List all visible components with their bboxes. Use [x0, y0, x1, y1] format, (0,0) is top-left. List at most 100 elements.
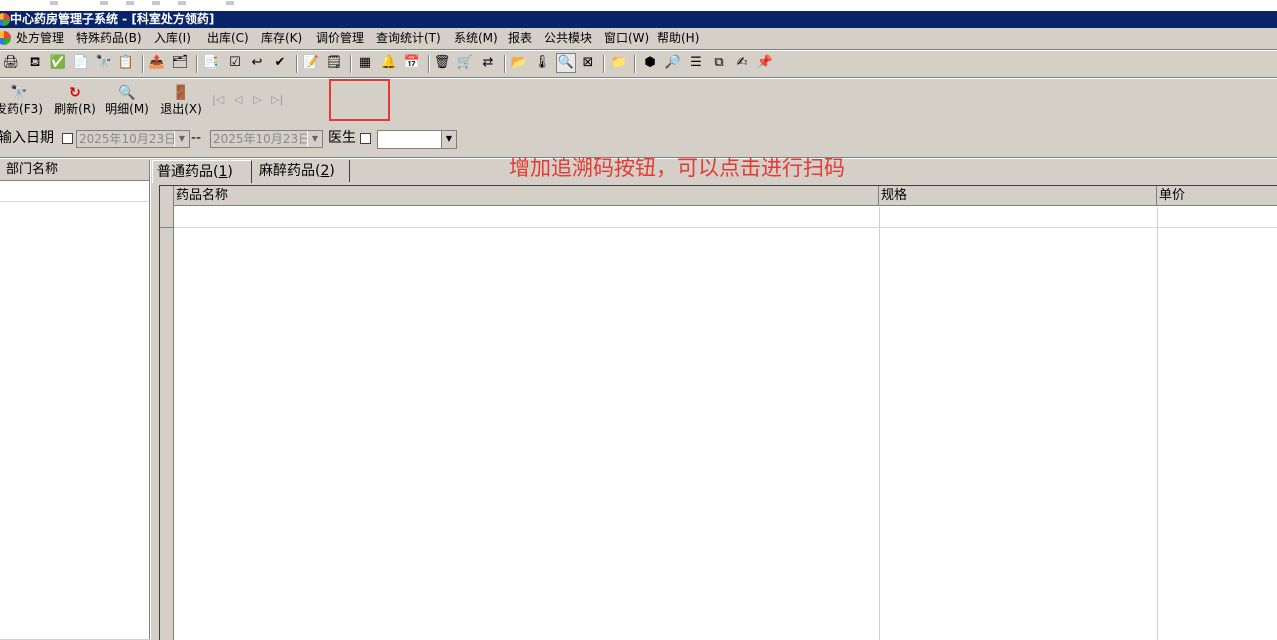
date-separator: --: [191, 130, 202, 146]
department-header: 部门名称: [0, 160, 149, 181]
edit-form-icon[interactable]: 📝: [303, 55, 319, 71]
tab-normal-label: 普通药品: [157, 164, 213, 180]
list-doc-icon[interactable]: 📑: [203, 55, 219, 71]
folder-icon[interactable]: 📂: [511, 55, 527, 71]
date-checkbox[interactable]: [62, 133, 73, 144]
menu-stock-in[interactable]: 入库(I): [153, 28, 192, 48]
toolbar-separator: [504, 55, 506, 73]
menu-help[interactable]: 帮助(H): [656, 28, 700, 48]
refresh-button[interactable]: ↻ 刷新(R): [52, 84, 98, 118]
verify-icon[interactable]: ✔: [272, 55, 288, 71]
toolbar-separator: [296, 55, 298, 73]
paste-icon[interactable]: 📌: [757, 55, 773, 71]
menu-prescription[interactable]: 处方管理: [15, 28, 65, 48]
sign-icon[interactable]: ✍: [734, 55, 750, 71]
binoculars-icon[interactable]: 🔭: [96, 55, 112, 71]
menu-query-stats[interactable]: 查询统计(T): [375, 28, 442, 48]
date-from-value: 2025年10月23日: [79, 132, 177, 146]
date-from-picker[interactable]: 2025年10月23日 ▼: [76, 130, 190, 148]
current-row-indicator: [160, 207, 173, 228]
form-icon[interactable]: 🗒: [326, 55, 343, 71]
menu-system[interactable]: 系统(M): [453, 28, 499, 48]
table-row[interactable]: [174, 227, 1277, 228]
open-folder-icon[interactable]: 📁: [611, 55, 627, 71]
trash-icon[interactable]: 🗑: [434, 55, 451, 71]
prescription-icon[interactable]: 🖨: [3, 55, 20, 71]
toolbar-separator: [428, 55, 430, 73]
first-record-icon[interactable]: |◁: [212, 93, 224, 106]
date-to-value: 2025年10月23日: [213, 132, 311, 146]
system-menu-icon[interactable]: [0, 31, 11, 45]
panel-splitter[interactable]: [150, 160, 159, 639]
card-icon[interactable]: 🗂: [172, 55, 189, 71]
department-panel: 部门名称: [0, 160, 150, 639]
toolbar-separator-line: [0, 77, 1277, 79]
doctor-select[interactable]: ▼: [377, 130, 457, 149]
menu-reports[interactable]: 报表: [507, 28, 533, 48]
menu-stock-out[interactable]: 出库(C): [206, 28, 250, 48]
column-header-price[interactable]: 单价: [1157, 186, 1277, 206]
check-doc-icon[interactable]: 📋: [118, 55, 134, 71]
row-indicator: [160, 186, 174, 640]
menu-inventory[interactable]: 库存(K): [260, 28, 303, 48]
date-to-picker[interactable]: 2025年10月23日 ▼: [210, 130, 323, 148]
exit-door-icon: 🚪: [172, 85, 190, 101]
bottle-icon[interactable]: ⛾: [27, 55, 43, 71]
chevron-down-icon[interactable]: ▼: [307, 131, 322, 147]
tab-narcotic-label: 麻醉药品: [259, 163, 315, 179]
tab-normal-drugs[interactable]: 普通药品(1): [152, 160, 252, 183]
windows-icon[interactable]: ⧉: [711, 55, 727, 71]
prev-record-icon[interactable]: ◁: [234, 93, 242, 106]
toolbar-separator: [634, 55, 636, 73]
thermometer-icon[interactable]: 🌡: [534, 55, 551, 71]
stop-icon[interactable]: ⬢: [642, 55, 658, 71]
menu-special-drugs[interactable]: 特殊药品(B): [75, 28, 143, 48]
tab-narcotic-drugs[interactable]: 麻醉药品(2): [255, 160, 350, 182]
annotation-note: 增加追溯码按钮，可以点击进行扫码: [509, 156, 845, 180]
list-item[interactable]: [0, 181, 149, 202]
drug-grid: 药品名称 规格 单价: [159, 185, 1277, 640]
checkmark-icon[interactable]: ☑: [227, 55, 243, 71]
search-icon[interactable]: 🔎: [665, 55, 681, 71]
menu-public-modules[interactable]: 公共模块: [543, 28, 593, 48]
column-divider: [1157, 207, 1158, 640]
title-bar: 中心药房管理子系统 - [科室处方领药]: [0, 11, 1277, 28]
magnifier-icon[interactable]: 🔍: [556, 53, 576, 73]
grid-icon[interactable]: ▦: [357, 55, 373, 71]
column-header-drug-name[interactable]: 药品名称: [174, 186, 879, 206]
toolbar-separator: [350, 55, 352, 73]
menu-bar: 处方管理 特殊药品(B) 入库(I) 出库(C) 库存(K) 调价管理 查询统计…: [0, 28, 1277, 48]
column-divider: [879, 207, 880, 640]
chevron-down-icon[interactable]: ▼: [174, 131, 189, 147]
toolbar-separator: [142, 55, 144, 73]
exit-button[interactable]: 🚪 退出(X): [158, 84, 204, 118]
return-icon[interactable]: ↩: [249, 55, 265, 71]
department-header-label: 部门名称: [6, 162, 59, 177]
list-icon[interactable]: ☰: [688, 55, 704, 71]
scan-doc-icon[interactable]: 📄: [73, 55, 89, 71]
annotation-highlight-box: [329, 79, 390, 121]
close-box-icon[interactable]: ⊠: [580, 55, 596, 71]
toolbar-separator: [196, 55, 198, 73]
menu-window[interactable]: 窗口(W): [603, 28, 650, 48]
tab-normal-key: 1: [218, 164, 228, 180]
cart-icon[interactable]: 🛒: [457, 55, 473, 71]
toolbar-separator: [603, 55, 605, 73]
last-record-icon[interactable]: ▷|: [271, 93, 283, 106]
bell-icon[interactable]: 🔔: [381, 55, 397, 71]
magnifier-icon: 🔍: [118, 85, 136, 101]
approve-icon[interactable]: ✅: [50, 55, 66, 71]
chevron-down-icon[interactable]: ▼: [441, 131, 456, 148]
dispense-button[interactable]: 🔭 发药(F3): [0, 84, 44, 118]
menu-price-adjust[interactable]: 调价管理: [315, 28, 365, 48]
calendar-icon[interactable]: 📅: [404, 55, 420, 71]
icon-toolbar: 🖨 ⛾ ✅ 📄 🔭 📋 📤 🗂 📑 ☑ ↩ ✔ 📝 🗒 ▦ 🔔 📅 🗑 🛒 ⇄ …: [0, 52, 1277, 76]
doctor-checkbox[interactable]: [360, 133, 371, 144]
detail-button[interactable]: 🔍 明细(M): [104, 84, 150, 118]
export-icon[interactable]: 📤: [149, 55, 165, 71]
app-logo-icon: [0, 13, 10, 26]
window-title: 中心药房管理子系统 - [科室处方领药]: [10, 12, 215, 26]
column-header-spec[interactable]: 规格: [879, 186, 1157, 206]
transfer-icon[interactable]: ⇄: [480, 55, 496, 71]
next-record-icon[interactable]: ▷: [253, 93, 261, 106]
